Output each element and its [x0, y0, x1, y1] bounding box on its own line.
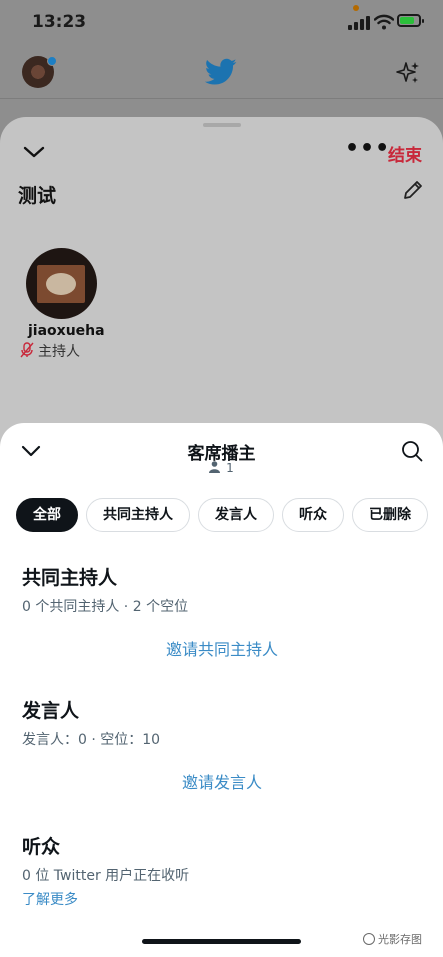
status-time: 13:23 — [32, 12, 87, 32]
watermark: 光影存图 — [363, 931, 422, 947]
notification-dot — [47, 56, 57, 66]
tab-all[interactable]: 全部 — [16, 498, 78, 532]
tab-speakers[interactable]: 发言人 — [198, 498, 274, 532]
cohosts-summary: 0 个共同主持人 · 2 个空位 — [22, 599, 189, 615]
tab-listeners[interactable]: 听众 — [282, 498, 344, 532]
invite-cohost-link[interactable]: 邀请共同主持人 — [22, 636, 422, 660]
cellular-signal-icon — [348, 16, 370, 30]
cohosts-section: 共同主持人 0 个共同主持人 · 2 个空位 邀请共同主持人 — [22, 563, 422, 660]
participant-count: 1 — [0, 461, 443, 475]
host-name: jiaoxueha — [28, 323, 105, 339]
avatar-picture-frame — [37, 265, 85, 303]
learn-more-link[interactable]: 了解更多 — [22, 889, 422, 909]
drag-handle[interactable] — [203, 123, 241, 127]
watermark-logo-icon — [363, 933, 375, 945]
edit-pencil-icon[interactable] — [401, 178, 425, 202]
chevron-down-icon[interactable] — [22, 143, 46, 161]
status-bar: 13:23 — [0, 0, 443, 48]
participant-count-value: 1 — [226, 461, 234, 475]
speakers-heading: 发言人 — [22, 700, 80, 722]
speakers-section: 发言人 发言人：0 · 空位：10 邀请发言人 — [22, 696, 422, 793]
space-title: 测试 — [18, 185, 57, 207]
privacy-indicator-dot — [353, 5, 359, 11]
app-header — [0, 48, 443, 99]
tab-removed[interactable]: 已删除 — [352, 498, 428, 532]
end-space-button[interactable]: 结束 — [388, 141, 422, 166]
filter-tabs: 全部 共同主持人 发言人 听众 已删除 — [16, 498, 436, 532]
battery-level — [400, 17, 415, 24]
speakers-sheet: 客席播主 1 全部 共同主持人 发言人 听众 已删除 共同主持人 0 个共同主持人 · … — [0, 423, 443, 957]
watermark-text: 光影存图 — [378, 933, 422, 946]
host-role-row: 主持人 — [20, 341, 80, 361]
tab-cohosts[interactable]: 共同主持人 — [86, 498, 190, 532]
listeners-section: 听众 0 位 Twitter 用户正在收听 了解更多 — [22, 832, 422, 909]
mic-muted-icon — [20, 342, 34, 358]
wifi-icon — [374, 14, 394, 30]
listeners-heading: 听众 — [22, 836, 61, 858]
speakers-summary: 发言人：0 · 空位：10 — [22, 732, 161, 748]
host-role-label: 主持人 — [38, 344, 80, 360]
battery-icon — [397, 14, 424, 27]
cohosts-heading: 共同主持人 — [22, 567, 118, 589]
host-avatar[interactable] — [26, 248, 97, 319]
twitter-bird-icon — [205, 58, 237, 85]
sparkle-icon[interactable] — [395, 60, 421, 86]
listeners-summary: 0 位 Twitter 用户正在收听 — [22, 868, 190, 884]
invite-speaker-link[interactable]: 邀请发言人 — [22, 769, 422, 793]
home-indicator[interactable] — [142, 939, 301, 944]
search-icon[interactable] — [401, 440, 423, 462]
person-icon — [209, 461, 221, 473]
more-options-icon[interactable]: ••• — [345, 138, 390, 160]
